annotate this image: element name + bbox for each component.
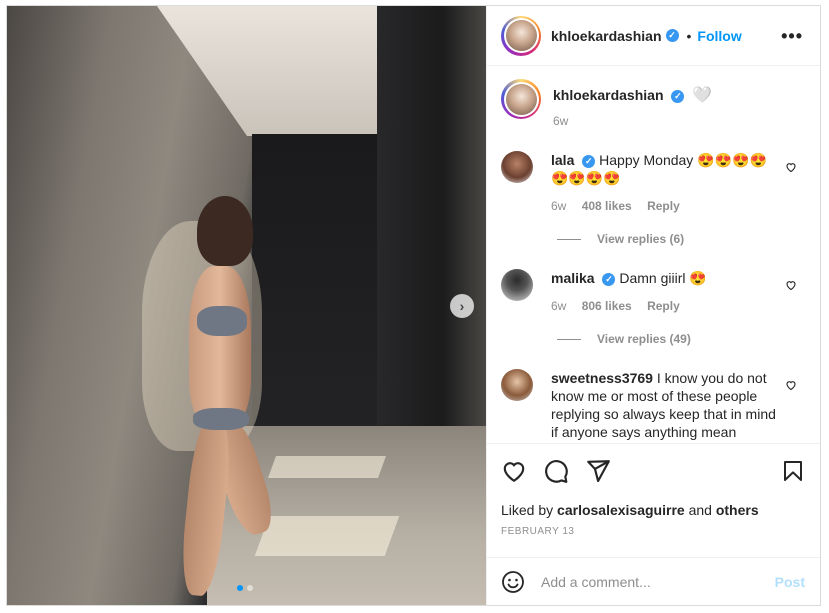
liked-user-link[interactable]: carlosalexisaguirre	[557, 502, 685, 518]
heart-icon[interactable]	[501, 458, 527, 484]
verified-icon: ✓	[602, 272, 616, 286]
avatar[interactable]	[501, 151, 533, 183]
comment-time[interactable]: 6w	[551, 199, 566, 213]
avatar[interactable]	[501, 269, 533, 301]
comment-username[interactable]: sweetness3769	[551, 370, 653, 386]
caption-time: 6w	[553, 114, 569, 128]
comment-text-continued: 😍😍😍😍	[551, 170, 621, 186]
comment-icon[interactable]	[543, 458, 569, 484]
comment-time[interactable]: 6w	[551, 299, 566, 313]
post-header: khloekardashian ✓ • Follow •••	[487, 6, 820, 66]
bookmark-icon[interactable]	[781, 458, 805, 484]
comment-item: lala ✓ Happy Monday 😍😍😍😍 😍😍😍😍 6w 408 lik…	[501, 151, 811, 215]
post-media[interactable]: ›	[7, 6, 486, 605]
next-slide-button[interactable]: ›	[450, 294, 474, 318]
post-date[interactable]: FEBRUARY 13	[501, 526, 575, 537]
more-icon[interactable]: •••	[781, 26, 803, 47]
comment-text: Damn giiirl 😍	[619, 270, 707, 286]
carousel-dots	[237, 585, 253, 591]
reply-button[interactable]: Reply	[647, 199, 680, 213]
comment-text: Happy Monday 😍😍😍😍	[599, 152, 767, 168]
avatar[interactable]	[501, 369, 533, 401]
verified-icon: ✓	[671, 89, 685, 103]
post-caption: khloekardashian ✓ 🤍 6w	[501, 79, 712, 128]
liked-and: and	[688, 502, 712, 518]
caption-text: 🤍	[692, 87, 713, 104]
chevron-right-icon: ›	[459, 298, 465, 314]
header-username[interactable]: khloekardashian	[551, 28, 662, 44]
post-side-panel: khloekardashian ✓ • Follow ••• khloekard…	[486, 6, 820, 605]
header-separator: •	[686, 27, 692, 44]
comment-item: malika ✓ Damn giiirl 😍 6w 806 likes Repl…	[501, 269, 811, 315]
photo-person	[167, 196, 280, 598]
share-icon[interactable]	[585, 458, 611, 484]
view-replies-button[interactable]: View replies (49)	[557, 332, 691, 346]
post-actions: Liked by carlosalexisaguirre and others …	[487, 443, 820, 557]
post-dialog: › khloekardashian ✓ • Follow ••• khloeka…	[6, 5, 821, 606]
carousel-dot	[237, 585, 243, 591]
avatar[interactable]	[501, 15, 541, 56]
photo-sunlight	[267, 456, 387, 478]
post-button[interactable]: Post	[775, 574, 805, 590]
view-replies-button[interactable]: View replies (6)	[557, 232, 684, 246]
liked-others-link[interactable]: others	[716, 502, 759, 518]
add-comment-bar: Add a comment... Post	[487, 557, 820, 605]
caption-username[interactable]: khloekardashian	[553, 87, 664, 103]
liked-prefix: Liked by	[501, 502, 554, 518]
liked-by: Liked by carlosalexisaguirre and others	[501, 502, 759, 518]
avatar[interactable]	[501, 79, 541, 119]
comments-list[interactable]: khloekardashian ✓ 🤍 6w lala ✓ Happy Mond…	[487, 67, 820, 443]
verified-icon: ✓	[665, 29, 679, 42]
comment-input[interactable]: Add a comment...	[541, 574, 775, 590]
heart-icon[interactable]	[785, 161, 797, 173]
emoji-icon[interactable]	[501, 570, 525, 594]
follow-button[interactable]: Follow	[697, 28, 741, 44]
comment-likes[interactable]: 408 likes	[582, 199, 632, 213]
comment-likes[interactable]: 806 likes	[582, 299, 632, 313]
comment-item: sweetness3769 I know you do not know me …	[501, 369, 811, 441]
verified-icon: ✓	[582, 154, 596, 168]
carousel-dot	[247, 585, 253, 591]
comment-username[interactable]: lala	[551, 152, 574, 168]
heart-icon[interactable]	[785, 379, 797, 391]
view-replies-label: View replies (49)	[597, 332, 691, 346]
comment-username[interactable]: malika	[551, 270, 595, 286]
view-replies-label: View replies (6)	[597, 232, 685, 246]
heart-icon[interactable]	[785, 279, 797, 291]
reply-button[interactable]: Reply	[647, 299, 680, 313]
